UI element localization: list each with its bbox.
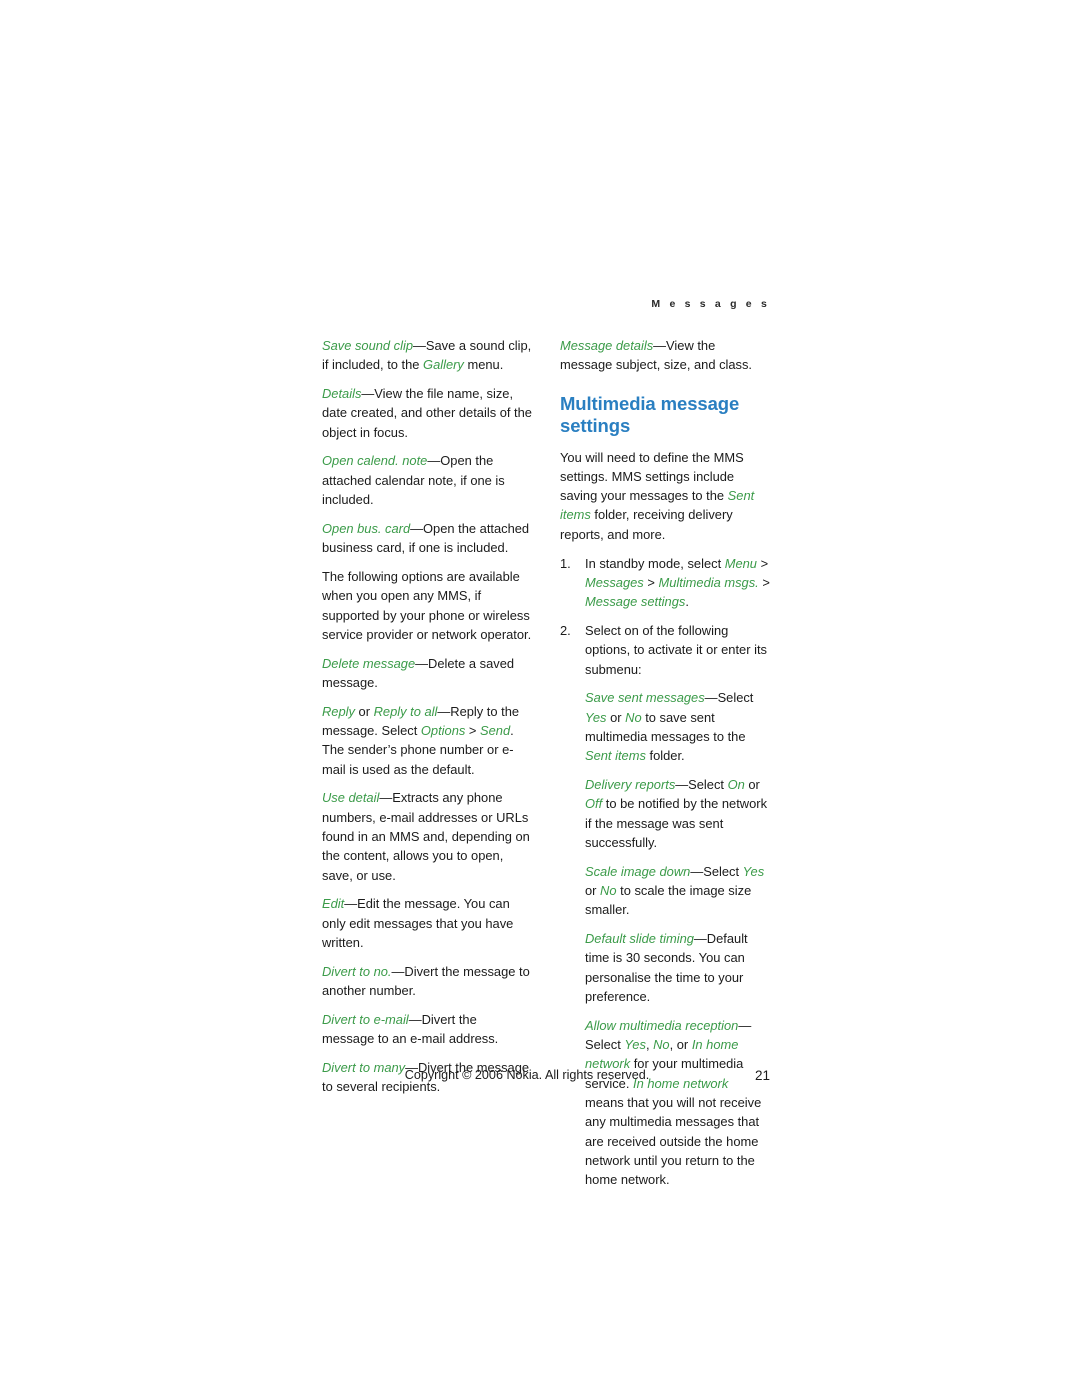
setting-option-paragraph: Default slide timing—Default time is 30 … (585, 931, 748, 1005)
page-footer: Copyright © 2006 Nokia. All rights reser… (322, 1068, 770, 1083)
option-paragraph: Edit—Edit the message. You can only edit… (322, 896, 514, 951)
message-details-paragraph: Message details—View the message subject… (560, 338, 753, 373)
settings-options-list: Save sent messages—Select Yes or No to s… (560, 688, 770, 1189)
page-number: 21 (754, 1068, 770, 1083)
step-number: 2. (560, 622, 571, 638)
left-column: Save sound clip—Save a sound clip, if in… (322, 336, 532, 1097)
option-paragraph: Use detail—Extracts any phone numbers, e… (322, 790, 530, 883)
copyright-text: Copyright © 2006 Nokia. All rights reser… (404, 1068, 650, 1082)
setting-option-paragraph: Delivery reports—Select On or Off to be … (585, 777, 768, 850)
option-paragraph: Open calend. note—Open the attached cale… (322, 453, 505, 508)
option-paragraph: Reply or Reply to all—Reply to the messa… (322, 703, 520, 777)
option-paragraph: Delete message—Delete a saved message. (322, 655, 515, 690)
setting-option-paragraph: Allow multimedia reception—Select Yes, N… (585, 1017, 762, 1188)
option-paragraph: Divert to no.—Divert the message to anot… (322, 963, 530, 999)
option-paragraph: Save sound clip—Save a sound clip, if in… (322, 338, 532, 373)
document-page: M e s s a g e s Save sound clip—Save a s… (0, 0, 1080, 1397)
setting-option-paragraph: Scale image down—Select Yes or No to sca… (585, 863, 765, 918)
left-column-paragraphs: Save sound clip—Save a sound clip, if in… (322, 336, 532, 1097)
option-paragraph: Open bus. card—Open the attached busines… (322, 520, 530, 556)
option-paragraph: Details—View the file name, size, date c… (322, 386, 532, 440)
step-number: 1. (560, 555, 571, 571)
step-item: 2. Select on of the following options, to… (560, 621, 770, 679)
section-heading: Multimedia message settings (560, 392, 740, 436)
mms-settings-intro: You will need to define the MMS settings… (560, 449, 755, 542)
right-column: Message details—View the message subject… (560, 336, 770, 1189)
step-text: In standby mode, select Menu > Messages … (585, 555, 770, 610)
step-text: Select on of the following options, to a… (585, 622, 767, 677)
step-item: 1. In standby mode, select Menu > Message… (560, 554, 770, 612)
numbered-steps: 1. In standby mode, select Menu > Message… (560, 554, 770, 679)
option-paragraph: The following options are available when… (322, 568, 532, 642)
option-paragraph: Divert to e-mail—Divert the message to a… (322, 1011, 499, 1047)
setting-option-paragraph: Save sent messages—Select Yes or No to s… (585, 690, 754, 764)
running-head: M e s s a g e s (651, 298, 770, 310)
